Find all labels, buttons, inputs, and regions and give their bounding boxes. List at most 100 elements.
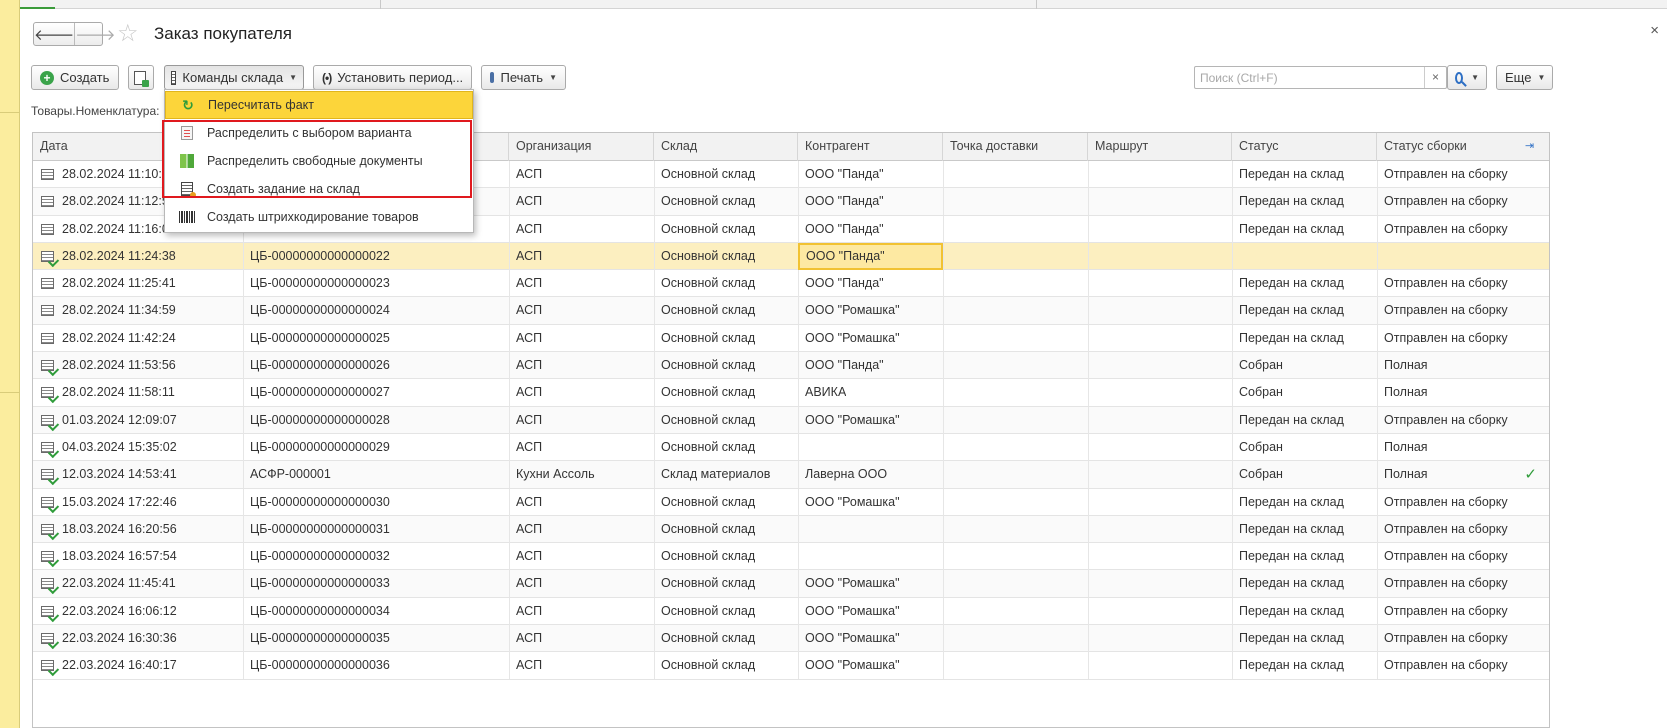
cell-counterparty: ООО "Ромашка" bbox=[805, 658, 900, 673]
cell-warehouse: Основной склад bbox=[661, 521, 756, 536]
back-button[interactable]: 🡐 bbox=[34, 23, 74, 45]
table-row[interactable]: 22.03.2024 11:45:41 ЦБ-00000000000000033 А… bbox=[33, 570, 1549, 598]
column-header-warehouse[interactable]: Склад bbox=[654, 133, 798, 161]
table-row[interactable]: 28.02.2024 11:53:56 ЦБ-00000000000000026 А… bbox=[33, 352, 1549, 380]
menu-item-distribute-free[interactable]: Распределить свободные документы bbox=[165, 147, 473, 175]
menu-item-label: Распределить с выбором варианта bbox=[207, 126, 412, 140]
warehouse-task-icon bbox=[181, 182, 196, 198]
cell-status: Передан на склад bbox=[1239, 494, 1344, 509]
cell-warehouse: Основной склад bbox=[661, 603, 756, 618]
warehouse-icon bbox=[171, 70, 177, 85]
cell-date: 04.03.2024 15:35:02 bbox=[62, 439, 177, 454]
table-row[interactable]: 28.02.2024 11:34:59 ЦБ-00000000000000024 А… bbox=[33, 297, 1549, 325]
cell-warehouse: Основной склад bbox=[661, 385, 756, 400]
column-header-delivery-point[interactable]: Точка доставки bbox=[943, 133, 1088, 161]
menu-item-recalculate-fact[interactable]: ↻ Пересчитать факт bbox=[165, 91, 473, 119]
document-icon bbox=[41, 223, 54, 235]
cell-assembly-status: Полная bbox=[1384, 358, 1428, 373]
cell-organization: АСП bbox=[516, 549, 543, 564]
cell-status: Передан на склад bbox=[1239, 603, 1344, 618]
cell-organization: АСП bbox=[516, 303, 543, 318]
column-header-status[interactable]: Статус bbox=[1232, 133, 1377, 161]
cell-warehouse: Основной склад bbox=[661, 358, 756, 373]
cell-organization: АСП bbox=[516, 194, 543, 209]
cell-organization: АСП bbox=[516, 358, 543, 373]
print-button[interactable]: Печать ▼ bbox=[481, 65, 566, 90]
posted-document-icon bbox=[41, 387, 54, 399]
clear-search-icon[interactable]: × bbox=[1424, 67, 1446, 88]
column-settings-icon[interactable]: ⇥ bbox=[1525, 141, 1535, 152]
cell-date: 28.02.2024 11:16:0 bbox=[62, 221, 169, 236]
cell-warehouse: Основной склад bbox=[661, 248, 756, 263]
column-header-organization[interactable]: Организация bbox=[509, 133, 654, 161]
menu-item-create-barcoding[interactable]: Создать штрихкодирование товаров bbox=[165, 203, 473, 231]
table-row[interactable]: 04.03.2024 15:35:02 ЦБ-00000000000000029 А… bbox=[33, 433, 1549, 462]
cell-number: ЦБ-00000000000000028 bbox=[250, 412, 390, 427]
cell-counterparty: ООО "Панда" bbox=[805, 358, 884, 373]
menu-item-label: Пересчитать факт bbox=[208, 98, 314, 112]
posted-document-icon bbox=[41, 551, 54, 563]
create-based-on-button[interactable] bbox=[128, 65, 154, 90]
cell-status: Передан на склад bbox=[1239, 412, 1344, 427]
posted-document-icon bbox=[41, 605, 54, 617]
table-row[interactable]: 12.03.2024 14:53:41 АСФР-000001 Кухни Ассо… bbox=[33, 461, 1549, 489]
cell-assembly-status: Полная bbox=[1384, 385, 1428, 400]
cell-assembly-status: Отправлен на сборку bbox=[1384, 276, 1508, 291]
navigation-buttons: 🡐 🡒 bbox=[33, 22, 115, 46]
table-row[interactable]: 18.03.2024 16:57:54 ЦБ-00000000000000032 А… bbox=[33, 543, 1549, 571]
search-input[interactable]: Поиск (Ctrl+F) × bbox=[1194, 66, 1447, 89]
cell-organization: АСП bbox=[516, 412, 543, 427]
cell-number: ЦБ-00000000000000036 bbox=[250, 658, 390, 673]
favorite-star-icon[interactable]: ☆ bbox=[117, 21, 139, 47]
cell-number: ЦБ-00000000000000023 bbox=[250, 276, 390, 291]
cell-number: ЦБ-00000000000000030 bbox=[250, 494, 390, 509]
menu-item-create-warehouse-task[interactable]: Создать задание на склад bbox=[165, 175, 473, 203]
cell-organization: АСП bbox=[516, 248, 543, 263]
cell-status: Передан на склад bbox=[1239, 549, 1344, 564]
cell-number: ЦБ-00000000000000032 bbox=[250, 549, 390, 564]
table-row[interactable]: 28.02.2024 11:25:41 ЦБ-00000000000000023 А… bbox=[33, 270, 1549, 298]
forward-button[interactable]: 🡒 bbox=[74, 23, 115, 45]
cell-warehouse: Склад материалов bbox=[661, 467, 771, 482]
cell-date: 12.03.2024 14:53:41 bbox=[62, 467, 177, 482]
warehouse-commands-button[interactable]: Команды склада ▼ bbox=[164, 65, 304, 90]
table-row[interactable]: 28.02.2024 11:58:11 ЦБ-00000000000000027 А… bbox=[33, 379, 1549, 407]
set-period-button[interactable]: (•) Установить период... bbox=[313, 65, 472, 90]
table-row[interactable]: 15.03.2024 17:22:46 ЦБ-00000000000000030 А… bbox=[33, 488, 1549, 516]
cell-organization: АСП bbox=[516, 439, 543, 454]
column-header-route[interactable]: Маршрут bbox=[1088, 133, 1232, 161]
table-row[interactable]: 18.03.2024 16:20:56 ЦБ-00000000000000031 А… bbox=[33, 515, 1549, 544]
cell-number: ЦБ-00000000000000033 bbox=[250, 576, 390, 591]
cell-assembly-status: Отправлен на сборку bbox=[1384, 221, 1508, 236]
cell-warehouse: Основной склад bbox=[661, 221, 756, 236]
create-button[interactable]: + Создать bbox=[31, 65, 119, 90]
table-row[interactable]: 28.02.2024 11:42:24 ЦБ-00000000000000025 А… bbox=[33, 324, 1549, 353]
cell-date: 28.02.2024 11:34:59 bbox=[62, 303, 176, 318]
cell-assembly-status: Отправлен на сборку bbox=[1384, 521, 1508, 536]
table-row[interactable]: 01.03.2024 12:09:07 ЦБ-00000000000000028 А… bbox=[33, 406, 1549, 434]
cell-warehouse: Основной склад bbox=[661, 412, 756, 427]
cell-warehouse: Основной склад bbox=[661, 631, 756, 646]
table-row[interactable]: 22.03.2024 16:30:36 ЦБ-00000000000000035 А… bbox=[33, 625, 1549, 653]
cell-organization: АСП bbox=[516, 167, 543, 181]
table-row[interactable]: 28.02.2024 11:24:38 ЦБ-00000000000000022 А… bbox=[33, 242, 1549, 271]
close-icon[interactable]: × bbox=[1650, 22, 1659, 39]
cell-status: Собран bbox=[1239, 439, 1283, 454]
cell-counterparty: ООО "Ромашка" bbox=[805, 412, 900, 427]
menu-item-label: Распределить свободные документы bbox=[207, 154, 423, 168]
cell-number: ЦБ-00000000000000034 bbox=[250, 603, 390, 618]
column-header-counterparty[interactable]: Контрагент bbox=[798, 133, 943, 161]
cell-organization: АСП bbox=[516, 521, 543, 536]
table-row[interactable]: 22.03.2024 16:06:12 ЦБ-00000000000000034 А… bbox=[33, 597, 1549, 626]
cell-organization: АСП bbox=[516, 494, 543, 509]
menu-item-distribute-variant[interactable]: Распределить с выбором варианта bbox=[165, 119, 473, 147]
cell-number: ЦБ-00000000000000022 bbox=[250, 248, 390, 263]
table-row[interactable]: 22.03.2024 16:40:17 ЦБ-00000000000000036 А… bbox=[33, 652, 1549, 680]
search-button[interactable]: ▼ bbox=[1447, 65, 1487, 90]
cell-counterparty: ООО "Панда" bbox=[805, 276, 884, 291]
cell-status: Передан на склад bbox=[1239, 276, 1344, 291]
chevron-down-icon: ▼ bbox=[549, 73, 557, 82]
cell-warehouse: Основной склад bbox=[661, 194, 756, 209]
more-button[interactable]: Еще ▼ bbox=[1496, 65, 1553, 90]
cell-assembly-status: Отправлен на сборку bbox=[1384, 303, 1508, 318]
